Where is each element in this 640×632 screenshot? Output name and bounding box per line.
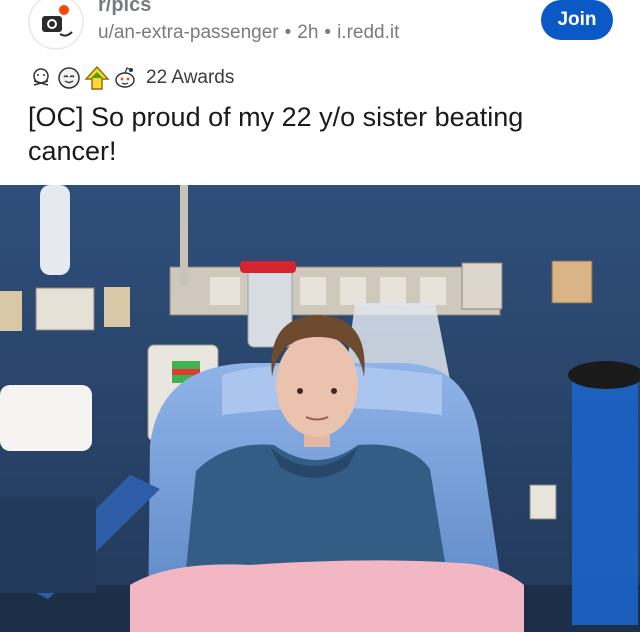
meta-separator: • (284, 22, 292, 43)
post-age: 2h (297, 22, 319, 43)
post-meta: u/an-extra-passenger • 2h • i.redd.it (98, 22, 399, 44)
post-domain[interactable]: i.redd.it (337, 22, 399, 43)
award-wholesome-icon (58, 67, 80, 89)
subreddit-avatar-icon[interactable] (28, 0, 84, 50)
awards-row[interactable]: 22 Awards (28, 64, 234, 92)
meta-separator: • (324, 22, 332, 43)
award-up-arrow-icon (84, 65, 110, 90)
post-header: r/pics u/an-extra-passenger • 2h • i.redd.it… (0, 0, 640, 60)
join-button[interactable]: Join (541, 0, 613, 40)
award-snoo-icon (115, 67, 135, 88)
post-title[interactable]: [OC] So proud of my 22 y/o sister beatin… (28, 100, 618, 168)
post-image[interactable] (0, 185, 640, 632)
subreddit-name[interactable]: r/pics (98, 0, 151, 17)
author-link[interactable]: u/an-extra-passenger (98, 22, 279, 43)
award-hug-icon (33, 68, 49, 86)
awards-count: 22 Awards (146, 67, 235, 88)
